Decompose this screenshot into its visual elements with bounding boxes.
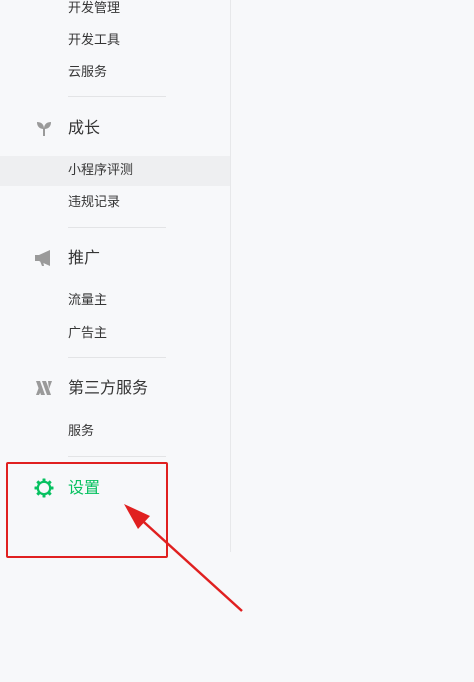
page: 开发管理 开发工具 云服务 成长 小程序评测 违规记录 推广 流量主 广告主 第… [0, 0, 474, 682]
annotation-arrow-icon [124, 504, 243, 612]
